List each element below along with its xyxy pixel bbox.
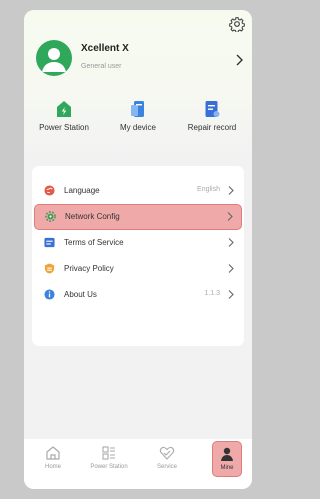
service-icon	[159, 446, 175, 460]
tab-label: Home	[44, 464, 61, 470]
app-version: 1.1.3	[204, 290, 220, 297]
app-screen: Xcellent X General user Power Station My…	[24, 10, 252, 489]
language-value: English	[197, 186, 220, 193]
chevron-right-icon	[227, 212, 233, 221]
device-icon	[131, 101, 144, 117]
chevron-right-icon	[228, 186, 234, 195]
privacy-icon	[44, 263, 55, 274]
menu-item-label: Network Config	[65, 212, 120, 221]
person-icon	[221, 447, 233, 461]
shortcut-label: Repair record	[187, 123, 237, 132]
menu-item-network-config[interactable]: Network Config	[34, 204, 242, 230]
shortcut-label: My device	[119, 123, 156, 132]
bottom-tab-bar: Home Power Station Service Mine	[24, 439, 252, 489]
chevron-right-icon	[228, 290, 234, 299]
shortcut-repair-record[interactable]: Repair record	[174, 100, 250, 132]
menu-item-about-us[interactable]: About Us 1.1.3	[32, 282, 244, 308]
menu-item-privacy-policy[interactable]: Privacy Policy	[32, 256, 244, 282]
menu-item-label: Privacy Policy	[64, 264, 114, 273]
terms-icon	[44, 237, 55, 248]
menu-item-label: About Us	[64, 290, 97, 299]
user-name: Xcellent X	[81, 43, 129, 54]
info-icon	[44, 289, 55, 300]
shortcut-label: Power Station	[39, 123, 89, 132]
shortcut-my-device[interactable]: My device	[100, 100, 176, 132]
tab-label: Power Station	[90, 464, 128, 470]
menu-item-label: Language	[64, 186, 100, 195]
grid-icon	[102, 446, 115, 460]
tab-label: Mine	[220, 465, 234, 471]
tab-service[interactable]: Service	[140, 445, 194, 470]
profile-chevron-right-icon[interactable]	[235, 54, 244, 66]
tab-power-station[interactable]: Power Station	[82, 445, 136, 470]
tab-label: Service	[156, 464, 177, 470]
home-icon	[46, 446, 60, 460]
settings-menu: Language English Network Config Terms of…	[32, 166, 244, 346]
chevron-right-icon	[228, 264, 234, 273]
menu-item-label: Terms of Service	[64, 238, 124, 247]
chevron-right-icon	[228, 238, 234, 247]
menu-item-language[interactable]: Language English	[32, 178, 244, 204]
power-station-icon	[57, 101, 71, 117]
settings-gear-icon[interactable]	[229, 16, 245, 32]
menu-item-terms-of-service[interactable]: Terms of Service	[32, 230, 244, 256]
avatar[interactable]	[36, 40, 72, 76]
user-role: General user	[81, 63, 122, 70]
language-icon	[44, 185, 55, 196]
user-avatar-icon	[42, 48, 66, 72]
tab-mine[interactable]: Mine	[212, 441, 242, 477]
tab-home[interactable]: Home	[26, 445, 80, 470]
shortcuts-row: Power Station My device Repair record	[24, 100, 252, 150]
network-gear-icon	[45, 211, 56, 222]
shortcut-power-station[interactable]: Power Station	[26, 100, 102, 132]
repair-record-icon	[205, 101, 220, 117]
